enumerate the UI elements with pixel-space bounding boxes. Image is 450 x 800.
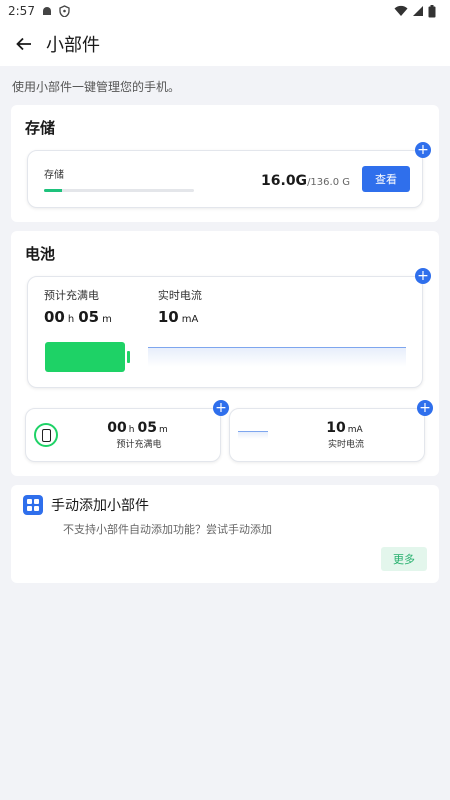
current-value: 10 (157, 308, 179, 326)
small-current-value: 10 (326, 420, 346, 436)
storage-section-title: 存储 (25, 119, 56, 137)
charge-time-label: 预计充满电 (44, 289, 99, 302)
manual-add-description: 不支持小部件自动添加功能？尝试手动添加 (63, 523, 272, 536)
storage-progress-fill (44, 189, 62, 192)
plus-icon: + (419, 400, 431, 416)
small-charge-hours: 00 (107, 420, 127, 436)
hours-unit: h (67, 314, 75, 325)
status-time: 2:57 (8, 4, 35, 18)
plus-icon: + (215, 400, 227, 416)
widget-grid-icon (23, 495, 43, 515)
battery-tip (127, 351, 130, 363)
battery-section-title: 电池 (25, 245, 56, 263)
view-storage-button[interactable]: 查看 (362, 166, 410, 192)
intro-text: 使用小部件一键管理您的手机。 (12, 80, 181, 94)
phone-charging-icon (34, 423, 58, 447)
add-charge-small-widget-button[interactable]: + (213, 400, 229, 416)
storage-total: /136.0 G (307, 176, 350, 188)
battery-card: 电池 预计充满电 00 h 05 m 实时电流 10 mA + 00 h 05 … (11, 231, 439, 476)
small-hours-unit: h (128, 425, 135, 435)
more-button[interactable]: 更多 (381, 547, 427, 571)
plus-icon: + (417, 268, 429, 284)
small-charge-label: 预计充满电 (116, 440, 162, 450)
current-label: 实时电流 (157, 289, 202, 302)
storage-card: 存储 存储 16.0G/136.0 G 查看 + (11, 105, 439, 222)
add-battery-large-widget-button[interactable]: + (415, 268, 431, 284)
add-storage-widget-button[interactable]: + (415, 142, 431, 158)
battery-status-icon (428, 4, 436, 17)
wifi-icon (394, 5, 408, 16)
battery-level-icon (45, 342, 125, 372)
signal-icon (413, 6, 423, 16)
small-charge-minutes: 05 (137, 420, 157, 436)
small-minutes-unit: m (158, 425, 168, 435)
charge-hours: 00 (44, 308, 65, 326)
add-current-small-widget-button[interactable]: + (417, 400, 433, 416)
storage-progress-track (44, 189, 194, 192)
storage-widget-label: 存储 (44, 170, 64, 181)
battery-large-widget[interactable]: 预计充满电 00 h 05 m 实时电流 10 mA + (27, 268, 431, 388)
shield-icon (59, 5, 70, 17)
manual-add-title: 手动添加小部件 (51, 498, 149, 514)
arrow-left-icon (16, 37, 31, 51)
status-bar: 2:57 (0, 0, 450, 22)
current-block: 实时电流 10 mA (158, 287, 202, 326)
charge-minutes: 05 (78, 308, 100, 326)
storage-widget[interactable]: 存储 16.0G/136.0 G 查看 + (27, 142, 431, 208)
mini-current-graph (238, 431, 268, 439)
current-unit: mA (181, 314, 199, 325)
charge-time-block: 预计充满电 00 h 05 m (44, 287, 116, 326)
android-icon (42, 7, 51, 15)
back-button[interactable] (10, 30, 38, 58)
app-bar: 小部件 (0, 22, 450, 66)
page-title: 小部件 (46, 35, 100, 56)
plus-icon: + (417, 142, 429, 158)
minutes-unit: m (102, 314, 112, 325)
small-current-label: 实时电流 (327, 440, 364, 450)
storage-used: 16.0G (261, 172, 308, 189)
charge-time-small-widget[interactable]: 00 h 05 m 预计充满电 + (25, 400, 229, 462)
current-graph (148, 347, 406, 367)
manual-add-card: 手动添加小部件 不支持小部件自动添加功能？尝试手动添加 更多 (11, 485, 439, 583)
current-small-widget[interactable]: 10 mA 实时电流 + (229, 400, 433, 462)
small-current-unit: mA (347, 425, 363, 435)
